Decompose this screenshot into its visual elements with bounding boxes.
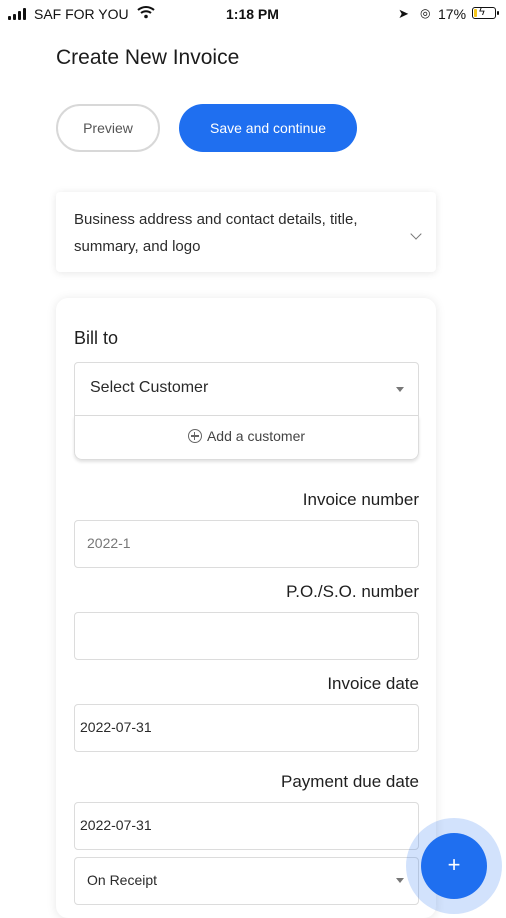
payment-terms-select[interactable]: On Receipt	[74, 857, 419, 905]
save-and-continue-button[interactable]: Save and continue	[179, 104, 357, 152]
customer-select[interactable]: Select Customer	[74, 362, 419, 416]
status-time: 1:18 PM	[226, 6, 279, 22]
preview-button[interactable]: Preview	[56, 104, 160, 152]
dropdown-caret-icon	[396, 387, 404, 392]
invoice-date-input[interactable]: 2022-07-31	[74, 704, 419, 752]
add-fab-button[interactable]: +	[421, 833, 487, 899]
dropdown-caret-icon	[396, 878, 404, 883]
page-title: Create New Invoice	[56, 46, 240, 69]
plus-circle-icon	[187, 429, 202, 443]
business-details-section[interactable]: Business address and contact details, ti…	[56, 192, 436, 272]
invoice-form-card: Bill to Select Customer Add a customer I…	[56, 298, 436, 918]
customer-select-value: Select Customer	[90, 379, 209, 396]
battery-percent: 17%	[438, 6, 467, 22]
chevron-down-icon[interactable]	[410, 228, 422, 240]
charging-bolt-icon: ϟ	[479, 6, 485, 18]
invoice-date-label: Invoice date	[327, 674, 419, 693]
po-so-number-label: P.O./S.O. number	[286, 582, 419, 601]
add-customer-button[interactable]: Add a customer	[74, 416, 419, 460]
status-bar: SAF FOR YOU 1:18 PM ➤ ◎ 17% ϟ	[0, 0, 506, 28]
add-customer-label: Add a customer	[206, 428, 306, 444]
payment-due-date-label: Payment due date	[281, 772, 419, 791]
invoice-number-label: Invoice number	[302, 490, 419, 509]
battery-icon: ϟ	[472, 6, 499, 19]
po-so-number-input[interactable]	[74, 612, 419, 660]
signal-icon	[8, 8, 28, 20]
payment-terms-value: On Receipt	[87, 872, 158, 888]
carrier-name: SAF FOR YOU	[34, 6, 129, 22]
alarm-icon: ◎	[420, 6, 431, 20]
invoice-number-input[interactable]: 2022-1	[74, 520, 419, 568]
payment-due-date-input[interactable]: 2022-07-31	[74, 802, 419, 850]
wifi-icon	[137, 6, 155, 19]
business-details-label: Business address and contact details, ti…	[74, 211, 358, 255]
location-icon: ➤	[398, 6, 409, 21]
bill-to-heading: Bill to	[74, 328, 119, 348]
battery-fill	[474, 9, 477, 17]
